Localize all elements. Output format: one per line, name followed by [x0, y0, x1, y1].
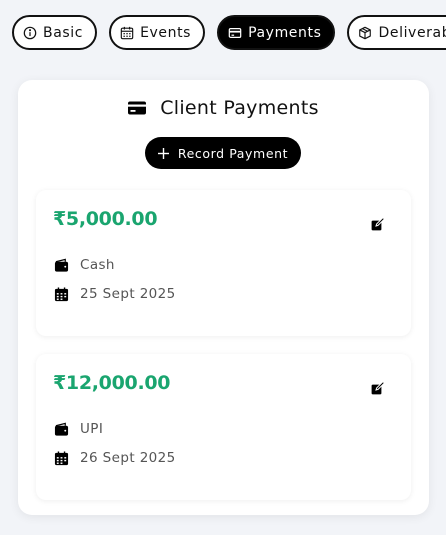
tab-basic-label: Basic: [43, 24, 84, 41]
payment-amount: ₹5,000.00: [53, 208, 158, 230]
payment-date: 26 Sept 2025: [80, 450, 176, 466]
credit-card-icon: [128, 101, 147, 115]
info-circle-icon: [23, 26, 37, 39]
payment-method-row: Cash: [54, 257, 115, 273]
wallet-icon: [54, 258, 69, 272]
record-payment-button[interactable]: Record Payment: [145, 137, 301, 169]
tab-events-label: Events: [140, 24, 192, 41]
payment-method: Cash: [80, 257, 115, 273]
tab-payments-label: Payments: [248, 24, 322, 41]
payment-date-row: 25 Sept 2025: [54, 286, 176, 302]
payment-date-row: 26 Sept 2025: [54, 450, 176, 466]
payment-card: ₹5,000.00 Cash 25 Sept 2025: [36, 190, 411, 336]
tab-bar: Basic Events Payments Deliverab: [12, 15, 446, 50]
panel-title: Client Payments: [160, 97, 319, 119]
calendar-icon: [120, 26, 134, 39]
payment-card: ₹12,000.00 UPI 26 Sept 2025: [36, 354, 411, 500]
tab-events[interactable]: Events: [109, 15, 206, 50]
tab-basic[interactable]: Basic: [12, 15, 98, 50]
tab-deliverables[interactable]: Deliverab: [347, 15, 446, 50]
calendar-icon: [54, 286, 69, 301]
client-payments-panel: Client Payments Record Payment ₹5,000.00…: [18, 80, 429, 515]
tab-deliverables-label: Deliverab: [378, 24, 446, 41]
payment-date: 25 Sept 2025: [80, 286, 176, 302]
panel-header: Client Payments: [18, 97, 429, 119]
calendar-icon: [54, 450, 69, 465]
tab-payments[interactable]: Payments: [217, 15, 336, 50]
edit-icon[interactable]: [371, 217, 385, 231]
package-icon: [359, 26, 372, 39]
payment-method-row: UPI: [54, 421, 103, 437]
payment-method: UPI: [80, 421, 104, 437]
plus-icon: [157, 147, 169, 159]
edit-icon[interactable]: [371, 381, 385, 395]
payment-amount: ₹12,000.00: [53, 372, 171, 394]
record-payment-label: Record Payment: [177, 145, 289, 161]
wallet-icon: [54, 422, 69, 436]
credit-card-icon: [228, 27, 242, 38]
